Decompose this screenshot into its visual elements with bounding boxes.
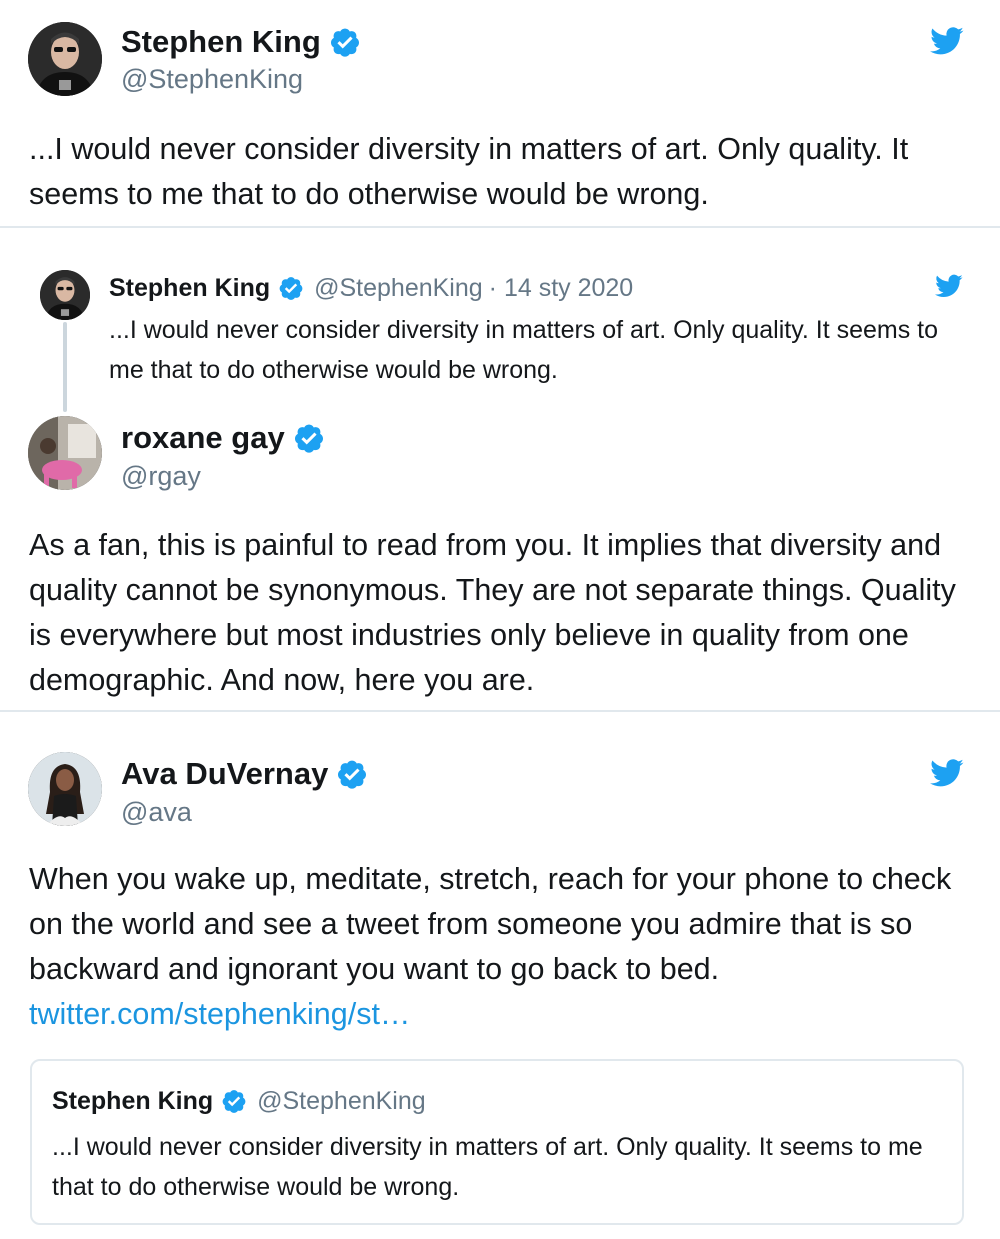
author-handle[interactable]: @rgay bbox=[121, 461, 201, 492]
author-name[interactable]: Ava DuVernay bbox=[121, 756, 328, 792]
roxane-gay-avatar[interactable] bbox=[28, 416, 102, 490]
stephen-king-avatar[interactable] bbox=[28, 22, 102, 96]
author-name[interactable]: roxane gay bbox=[121, 420, 285, 456]
replied-tweet-text: ...I would never consider diversity in m… bbox=[109, 316, 939, 384]
twitter-bird-icon[interactable] bbox=[933, 272, 965, 300]
author-name[interactable]: Stephen King bbox=[121, 24, 321, 60]
verified-badge-icon bbox=[336, 758, 368, 790]
replied-author-name[interactable]: Stephen King bbox=[109, 274, 270, 303]
tweet-divider bbox=[0, 226, 1000, 228]
verified-badge-icon bbox=[293, 422, 325, 454]
author-handle[interactable]: @ava bbox=[121, 797, 192, 828]
verified-badge-icon bbox=[329, 26, 361, 58]
quoted-tweet-card[interactable]: Stephen King @StephenKing ...I would nev… bbox=[30, 1059, 964, 1225]
verified-badge-icon bbox=[221, 1088, 247, 1114]
tweet-text: When you wake up, meditate, stretch, rea… bbox=[29, 857, 964, 1037]
tweet-divider bbox=[0, 710, 1000, 712]
replied-author-handle[interactable]: @StephenKing bbox=[314, 274, 483, 303]
verified-badge-icon bbox=[278, 275, 304, 301]
author-handle[interactable]: @StephenKing bbox=[121, 64, 303, 95]
stephen-king-avatar[interactable] bbox=[40, 270, 90, 320]
tweet-date[interactable]: · 14 sty 2020 bbox=[489, 274, 634, 303]
tweet-body: When you wake up, meditate, stretch, rea… bbox=[29, 862, 952, 986]
ava-duvernay-avatar[interactable] bbox=[28, 752, 102, 826]
tweet-link[interactable]: twitter.com/stephenking/st… bbox=[29, 997, 410, 1031]
twitter-bird-icon[interactable] bbox=[928, 24, 966, 58]
quoted-tweet-text: ...I would never consider diversity in m… bbox=[52, 1133, 923, 1201]
tweet-text: As a fan, this is painful to read from y… bbox=[29, 528, 956, 697]
tweet-text: ...I would never consider diversity in m… bbox=[29, 132, 909, 211]
twitter-bird-icon[interactable] bbox=[928, 756, 966, 790]
thread-connector bbox=[63, 322, 67, 412]
quoted-author-name[interactable]: Stephen King bbox=[52, 1087, 213, 1116]
quoted-author-handle[interactable]: @StephenKing bbox=[257, 1087, 426, 1116]
